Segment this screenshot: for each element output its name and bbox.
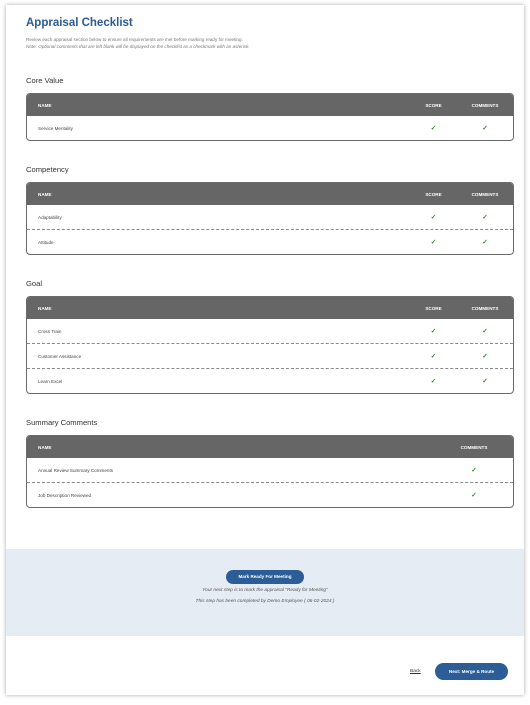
column-score: SCORE: [425, 305, 442, 311]
note-text: Note: Optional comments that are left bl…: [26, 44, 250, 49]
row-name: Customer Assistance: [38, 353, 82, 359]
core-value-table: NAME SCORE COMMENTS Service Mentality ✓ …: [26, 93, 514, 141]
instruction-text: Review each appraisal section below to e…: [26, 37, 243, 42]
table-header: NAME SCORE COMMENTS: [27, 297, 513, 319]
comments-check-icon: ✓: [482, 239, 488, 246]
table-row: Learn Excel ✓ ✓: [27, 369, 513, 393]
table-row: Customer Assistance ✓ ✓: [27, 344, 513, 369]
table-header: NAME COMMENTS: [27, 436, 513, 458]
row-name: Attitude: [38, 239, 54, 245]
completed-text: This step has been completed by Demo Emp…: [195, 599, 335, 604]
score-check-icon: ✓: [430, 214, 437, 221]
table-row: Adaptability ✓ ✓: [27, 205, 513, 230]
table-row: Service Mentality ✓ ✓: [27, 116, 513, 140]
next-step-text: Your next step is to mark the appraisal …: [202, 588, 328, 593]
comments-check-icon: ✓: [471, 492, 477, 499]
score-check-icon: ✓: [430, 378, 437, 385]
row-name: Service Mentality: [38, 125, 73, 131]
score-check-icon: ✓: [430, 239, 437, 246]
page-title: Appraisal Checklist: [26, 17, 133, 29]
instructions: Review each appraisal section below to e…: [26, 36, 524, 50]
appraisal-checklist-page: Appraisal Checklist Review each appraisa…: [6, 5, 524, 695]
next-merge-route-button[interactable]: Next: Merge & Route: [435, 663, 508, 680]
score-check-icon: ✓: [430, 328, 437, 335]
comments-check-icon: ✓: [471, 467, 477, 474]
competency-table: NAME SCORE COMMENTS Adaptability ✓ ✓ Att…: [26, 182, 514, 255]
comments-check-icon: ✓: [482, 328, 488, 335]
comments-check-icon: ✓: [482, 378, 488, 385]
column-comments: COMMENTS: [471, 191, 499, 197]
table-row: Attitude ✓ ✓: [27, 230, 513, 254]
row-name: Cross Train: [38, 328, 62, 334]
table-row: Annual Review Summary Comments ✓: [27, 458, 513, 483]
score-check-icon: ✓: [430, 125, 437, 132]
row-name: Adaptability: [38, 214, 62, 220]
section-title-summary-comments: Summary Comments: [26, 418, 98, 427]
column-score: SCORE: [425, 191, 442, 197]
table-header: NAME SCORE COMMENTS: [27, 94, 513, 116]
column-comments: COMMENTS: [471, 305, 499, 311]
comments-check-icon: ✓: [482, 353, 488, 360]
column-score: SCORE: [425, 102, 442, 108]
table-row: Job Description Reviewed ✓: [27, 483, 513, 507]
comments-check-icon: ✓: [482, 214, 488, 221]
column-name: NAME: [38, 305, 52, 311]
column-name: NAME: [38, 102, 52, 108]
mark-ready-button[interactable]: Mark Ready For Meeting: [226, 570, 304, 584]
row-name: Learn Excel: [38, 378, 63, 384]
summary-comments-table: NAME COMMENTS Annual Review Summary Comm…: [26, 435, 514, 508]
comments-check-icon: ✓: [482, 125, 488, 132]
score-check-icon: ✓: [430, 353, 437, 360]
column-comments: COMMENTS: [460, 444, 488, 450]
column-name: NAME: [38, 191, 52, 197]
section-title-core-value: Core Value: [26, 76, 64, 85]
back-link[interactable]: Back: [410, 669, 421, 674]
column-comments: COMMENTS: [471, 102, 499, 108]
row-name: Job Description Reviewed: [38, 492, 92, 498]
column-name: NAME: [38, 444, 52, 450]
section-title-goal: Goal: [26, 279, 43, 288]
table-row: Cross Train ✓ ✓: [27, 319, 513, 344]
goal-table: NAME SCORE COMMENTS Cross Train ✓ ✓ Cust…: [26, 296, 514, 394]
table-header: NAME SCORE COMMENTS: [27, 183, 513, 205]
section-title-competency: Competency: [26, 165, 69, 174]
ready-for-meeting-panel: Mark Ready For Meeting Your next step is…: [6, 549, 524, 636]
row-name: Annual Review Summary Comments: [38, 467, 114, 473]
